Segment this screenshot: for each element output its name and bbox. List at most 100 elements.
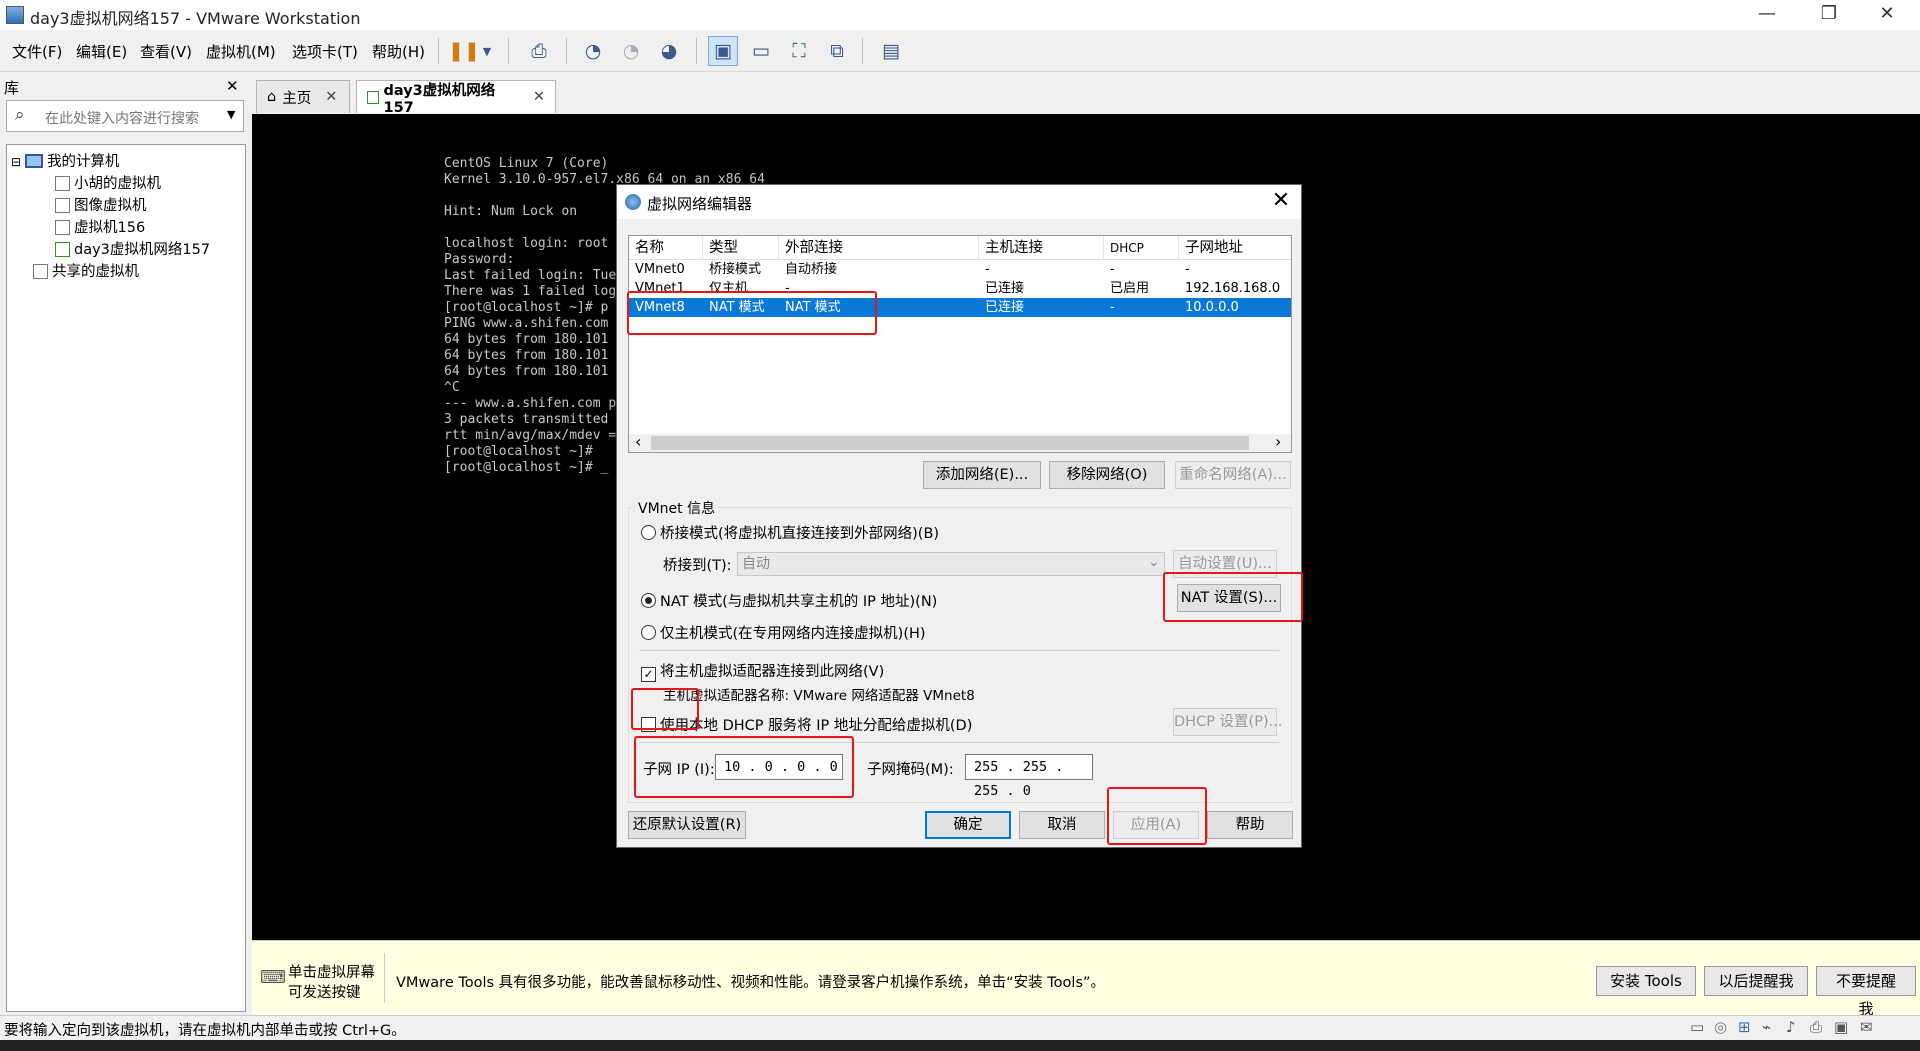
minimize-button[interactable]: — bbox=[1738, 0, 1796, 30]
show-library-icon[interactable]: ▣ bbox=[708, 36, 738, 66]
menu-tabs[interactable]: 选项卡(T) bbox=[292, 41, 358, 62]
scroll-thumb[interactable] bbox=[651, 436, 1249, 450]
sound-icon[interactable]: ♪ bbox=[1786, 1018, 1796, 1036]
scroll-right-icon[interactable]: › bbox=[1275, 432, 1281, 451]
revert-snapshot-icon[interactable]: ◔ bbox=[616, 36, 646, 66]
vmnet-info-title: VMnet 信息 bbox=[635, 498, 719, 518]
col-host[interactable]: 主机连接 bbox=[979, 236, 1104, 260]
tree-shared-vms[interactable]: 共享的虚拟机 bbox=[33, 261, 139, 283]
running-vm-icon bbox=[55, 242, 70, 257]
help-button[interactable]: 帮助 bbox=[1207, 811, 1293, 839]
cdrom-icon[interactable]: ◎ bbox=[1714, 1018, 1727, 1036]
message-icon[interactable]: ✉ bbox=[1860, 1018, 1873, 1036]
library-tree: ⊟ 我的计算机 小胡的虚拟机 图像虚拟机 虚拟机156 day3虚拟机网络157 … bbox=[6, 144, 246, 1012]
snapshot-manager-icon[interactable]: ◕ bbox=[654, 36, 684, 66]
col-name[interactable]: 名称 bbox=[629, 236, 703, 260]
scroll-left-icon[interactable]: ‹ bbox=[635, 432, 641, 451]
usb-icon[interactable]: ⌁ bbox=[1762, 1018, 1771, 1036]
col-external[interactable]: 外部连接 bbox=[779, 236, 979, 260]
home-icon: ⌂ bbox=[267, 89, 277, 105]
send-keys-icon[interactable]: ⎙ bbox=[524, 36, 554, 66]
remove-network-button[interactable]: 移除网络(O) bbox=[1049, 461, 1165, 489]
pause-dropdown-icon[interactable]: ▼ bbox=[478, 36, 496, 66]
dialog-close-icon[interactable]: ✕ bbox=[1265, 187, 1297, 217]
vmnet-info-group: VMnet 信息 桥接模式(将虚拟机直接连接到外部网络)(B) 桥接到(T): … bbox=[628, 498, 1303, 803]
restore-defaults-button[interactable]: 还原默认设置(R) bbox=[628, 811, 746, 839]
running-vm-icon bbox=[367, 90, 380, 104]
dhcp-settings-button[interactable]: DHCP 设置(P)... bbox=[1173, 708, 1282, 736]
highlight-vmnet8-row bbox=[627, 291, 877, 335]
network-icon[interactable]: ⊞ bbox=[1738, 1018, 1751, 1036]
col-type[interactable]: 类型 bbox=[703, 236, 779, 260]
library-search[interactable]: ⌕ 在此处键入内容进行搜索 ▼ bbox=[6, 100, 244, 132]
unity-icon[interactable]: ⧉ bbox=[822, 36, 852, 66]
menu-file[interactable]: 文件(F) bbox=[12, 41, 62, 62]
keyboard-icon: ⌨ bbox=[260, 967, 286, 988]
toolbar-separator bbox=[862, 38, 863, 64]
display-icon[interactable]: ▣ bbox=[1834, 1018, 1848, 1036]
tab-close-icon[interactable]: ✕ bbox=[533, 89, 545, 105]
tree-vm-item[interactable]: 虚拟机156 bbox=[55, 217, 145, 239]
hdd-icon[interactable]: ▭ bbox=[1690, 1018, 1704, 1036]
add-network-button[interactable]: 添加网络(E)... bbox=[923, 461, 1041, 489]
horizontal-scrollbar[interactable]: ‹ › bbox=[629, 432, 1291, 452]
menu-view[interactable]: 查看(V) bbox=[140, 41, 192, 62]
library-close-icon[interactable]: ✕ bbox=[226, 77, 239, 95]
computer-icon bbox=[25, 154, 44, 168]
col-dhcp[interactable]: DHCP bbox=[1104, 236, 1179, 260]
subnet-mask-input[interactable]: 255 . 255 . 255 . 0 bbox=[965, 754, 1093, 799]
tab-close-icon[interactable]: ✕ bbox=[325, 89, 337, 105]
checkbox-connect-adapter[interactable]: ✓ 将主机虚拟适配器连接到此网络(V) bbox=[641, 660, 884, 682]
toolbar-separator bbox=[438, 38, 439, 64]
dialog-title-bar: 虚拟网络编辑器 ✕ bbox=[617, 185, 1301, 219]
menu-vm[interactable]: 虚拟机(M) bbox=[206, 41, 276, 62]
virtual-network-editor-dialog: 虚拟网络编辑器 ✕ 名称 类型 外部连接 主机连接 DHCP 子网地址 VMne… bbox=[616, 184, 1303, 848]
tab-home[interactable]: ⌂ 主页 ✕ bbox=[256, 80, 350, 113]
taskbar-strip bbox=[0, 1040, 1920, 1051]
divider bbox=[384, 953, 385, 1003]
ok-button[interactable]: 确定 bbox=[925, 811, 1011, 839]
vmware-tools-bar: ⌨ 单击虚拟屏幕 可发送按键 VMware Tools 具有很多功能，能改善鼠标… bbox=[252, 940, 1920, 1018]
tree-vm-item[interactable]: 小胡的虚拟机 bbox=[55, 173, 161, 195]
full-screen-icon[interactable]: ⛶ bbox=[784, 36, 814, 66]
radio-bridge[interactable]: 桥接模式(将虚拟机直接连接到外部网络)(B) bbox=[641, 522, 939, 543]
highlight-nat-settings bbox=[1163, 572, 1303, 622]
library-header: 库 ✕ bbox=[0, 75, 248, 99]
radio-nat[interactable]: NAT 模式(与虚拟机共享主机的 IP 地址)(N) bbox=[641, 590, 937, 611]
pause-icon[interactable]: ❚❚ bbox=[448, 36, 480, 66]
menu-help[interactable]: 帮助(H) bbox=[372, 41, 425, 62]
snapshot-icon[interactable]: ◔ bbox=[578, 36, 608, 66]
vm-icon bbox=[55, 198, 70, 213]
install-tools-button[interactable]: 安装 Tools bbox=[1596, 966, 1696, 996]
dont-remind-button[interactable]: 不要提醒我 bbox=[1816, 966, 1916, 1018]
printer-icon[interactable]: ⎙ bbox=[1810, 1018, 1822, 1036]
shared-vm-icon bbox=[33, 264, 48, 279]
adapter-name: 主机虚拟适配器名称: VMware 网络适配器 VMnet8 bbox=[663, 688, 975, 704]
rename-network-button[interactable]: 重命名网络(A)... bbox=[1175, 461, 1291, 489]
remind-later-button[interactable]: 以后提醒我 bbox=[1704, 966, 1808, 996]
search-dropdown-icon[interactable]: ▼ bbox=[227, 108, 235, 121]
tree-vm-item[interactable]: day3虚拟机网络157 bbox=[55, 239, 210, 261]
radio-host-only[interactable]: 仅主机模式(在专用网络内连接虚拟机)(H) bbox=[641, 622, 926, 643]
col-subnet[interactable]: 子网地址 bbox=[1179, 236, 1291, 260]
menu-edit[interactable]: 编辑(E) bbox=[76, 41, 127, 62]
table-row[interactable]: VMnet0 桥接模式 自动桥接 - - - bbox=[629, 260, 1291, 279]
menu-toolbar: 文件(F) 编辑(E) 查看(V) 虚拟机(M) 选项卡(T) 帮助(H) ❚❚… bbox=[0, 30, 1920, 72]
toolbar-separator bbox=[566, 38, 567, 64]
console-view-icon[interactable]: ▤ bbox=[876, 36, 906, 66]
cancel-button[interactable]: 取消 bbox=[1019, 811, 1105, 839]
vm-icon bbox=[55, 176, 70, 191]
search-input[interactable]: 在此处键入内容进行搜索 bbox=[45, 108, 199, 128]
restore-button[interactable]: ❐ bbox=[1800, 0, 1858, 30]
tree-vm-item[interactable]: 图像虚拟机 bbox=[55, 195, 147, 217]
thumbnail-bar-icon[interactable]: ▭ bbox=[746, 36, 776, 66]
tab-vm[interactable]: day3虚拟机网络157 ✕ bbox=[356, 80, 556, 116]
tools-hint-line2: 可发送按键 bbox=[288, 985, 361, 1001]
network-list: 名称 类型 外部连接 主机连接 DHCP 子网地址 VMnet0 桥接模式 自动… bbox=[628, 235, 1292, 453]
tree-collapse-icon[interactable]: ⊟ bbox=[11, 155, 21, 169]
tree-my-computer[interactable]: ⊟ 我的计算机 bbox=[11, 151, 120, 173]
bridge-to-select[interactable]: 自动 ⌄ bbox=[737, 552, 1165, 576]
close-window-button[interactable]: ✕ bbox=[1858, 0, 1916, 30]
highlight-dhcp-checkbox bbox=[631, 688, 699, 730]
toolbar-separator bbox=[696, 38, 697, 64]
